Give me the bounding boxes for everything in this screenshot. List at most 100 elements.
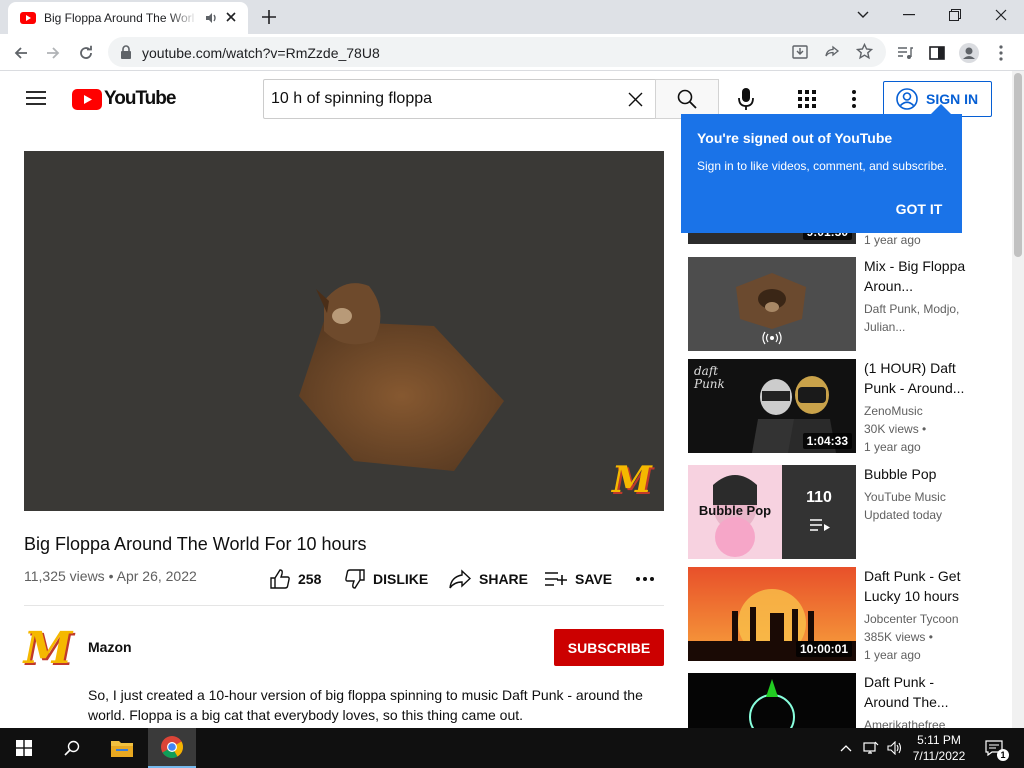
rec-channel: YouTube Music [864, 490, 946, 504]
settings-more-icon[interactable] [852, 90, 856, 108]
thumbs-up-icon [270, 569, 290, 589]
rec-title[interactable]: Mix - Big Floppa Aroun... [864, 256, 968, 296]
rec-title[interactable]: Bubble Pop [864, 464, 968, 484]
got-it-button[interactable]: GOT IT [887, 196, 951, 222]
rec-duration: 10:00:01 [795, 641, 852, 657]
new-tab-icon[interactable] [260, 8, 278, 26]
rec-channel-more: Julian... [864, 320, 906, 334]
minimize-window-icon[interactable] [886, 0, 932, 30]
rec-title[interactable]: Daft Punk - Get Lucky 10 hours [864, 566, 968, 606]
file-explorer-icon[interactable] [98, 728, 146, 768]
install-app-icon[interactable] [792, 44, 808, 60]
like-count: 258 [298, 571, 322, 587]
rec-meta: 1 year ago [864, 233, 921, 247]
search-input-value: 10 h of spinning floppa [271, 90, 433, 107]
browser-tab[interactable]: Big Floppa Around The World For 10 hours [8, 2, 248, 34]
rec-channel: Amerikathefree [864, 718, 946, 728]
meta-separator: • [108, 568, 114, 584]
playlist-icon [810, 519, 830, 531]
address-bar[interactable]: youtube.com/watch?v=RmZzde_78U8 [108, 37, 886, 67]
save-button[interactable]: SAVE [545, 567, 612, 591]
media-control-icon[interactable] [892, 40, 918, 66]
restore-window-icon[interactable] [932, 0, 978, 30]
scrollbar-thumb[interactable] [1014, 73, 1022, 257]
rec-age: 1 year ago [864, 440, 921, 454]
show-hidden-icons-icon[interactable] [836, 728, 856, 768]
hamburger-menu-icon[interactable] [26, 90, 46, 106]
tab-title-fade [168, 6, 198, 30]
profile-icon[interactable] [956, 40, 982, 66]
search-button[interactable] [655, 79, 719, 119]
rec-title[interactable]: (1 HOUR) Daft Punk - Around... [864, 358, 968, 398]
rec-thumbnail-2[interactable] [688, 257, 856, 351]
channel-name[interactable]: Mazon [88, 639, 132, 655]
search-icon [677, 89, 697, 109]
voice-search-icon[interactable] [738, 87, 754, 111]
back-icon[interactable] [8, 40, 34, 66]
browser-toolbar: youtube.com/watch?v=RmZzde_78U8 [0, 34, 1024, 71]
rec-title[interactable]: Daft Punk - Around The... [864, 672, 968, 712]
youtube-logo[interactable]: YouTube [72, 88, 176, 110]
start-windows-icon[interactable] [0, 728, 48, 768]
rec-thumb-image [688, 673, 856, 728]
share-button[interactable]: SHARE [449, 567, 528, 591]
thumbs-down-icon [345, 569, 365, 589]
rec-channel: ZenoMusic [864, 404, 923, 418]
reload-icon[interactable] [73, 40, 99, 66]
playlist-count: 110 [806, 489, 832, 506]
bookmark-star-icon[interactable] [856, 43, 873, 60]
view-count: 11,325 views [24, 568, 105, 584]
rec-thumbnail-3[interactable]: daft Punk 1:04:33 [688, 359, 856, 453]
search-input[interactable]: 10 h of spinning floppa [263, 79, 656, 119]
rec-age: 1 year ago [864, 648, 921, 662]
rec-thumbnail-5[interactable]: 10:00:01 [688, 567, 856, 661]
dislike-label: DISLIKE [373, 571, 429, 587]
share-page-icon[interactable] [824, 44, 840, 60]
subscribe-button[interactable]: SUBSCRIBE [554, 629, 664, 666]
account-icon [896, 88, 918, 110]
video-player[interactable]: M [24, 151, 664, 511]
share-label: SHARE [479, 571, 529, 587]
lock-icon[interactable] [120, 45, 132, 59]
rec-thumbnail-6[interactable] [688, 673, 856, 728]
tab-search-icon[interactable] [840, 0, 886, 30]
youtube-logo-icon [72, 88, 102, 110]
forward-icon[interactable] [40, 40, 66, 66]
video-description: So, I just created a 10-hour version of … [88, 687, 643, 723]
taskbar-clock[interactable]: 5:11 PM 7/11/2022 [904, 732, 974, 764]
more-actions-icon[interactable] [636, 567, 654, 591]
chrome-menu-icon[interactable] [988, 40, 1014, 66]
channel-watermark[interactable]: M [612, 459, 652, 501]
dislike-button[interactable]: DISLIKE [345, 567, 428, 591]
notification-center-icon[interactable]: 1 [980, 728, 1009, 768]
browser-tab-strip: Big Floppa Around The World For 10 hours [0, 0, 1024, 34]
channel-avatar[interactable]: M [24, 623, 73, 674]
taskbar-search-icon[interactable] [48, 728, 96, 768]
video-meta: 11,325 views • Apr 26, 2022 [24, 568, 197, 584]
rec-thumbnail-4[interactable]: Bubble Pop 110 [688, 465, 856, 559]
chrome-taskbar-icon[interactable] [148, 728, 196, 768]
share-arrow-icon [449, 569, 471, 589]
clear-search-icon[interactable] [628, 92, 643, 107]
url-text: youtube.com/watch?v=RmZzde_78U8 [142, 45, 380, 61]
info-divider [24, 605, 664, 606]
speaker-icon[interactable] [204, 11, 218, 25]
network-icon[interactable] [860, 728, 882, 768]
upload-date: Apr 26, 2022 [116, 568, 197, 584]
clock-time: 5:11 PM [917, 733, 961, 747]
page-scrollbar[interactable] [1012, 71, 1024, 728]
volume-icon[interactable] [884, 728, 906, 768]
popup-title: You're signed out of YouTube [697, 130, 893, 146]
mix-radio-icon [762, 331, 782, 345]
youtube-logo-text: YouTube [104, 88, 176, 109]
close-window-icon[interactable] [978, 0, 1024, 30]
popup-body: Sign in to like videos, comment, and sub… [697, 159, 948, 173]
save-label: SAVE [575, 571, 613, 587]
like-button[interactable]: 258 [270, 567, 321, 591]
video-frame-floppa [299, 283, 504, 471]
close-tab-icon[interactable] [224, 10, 238, 24]
clock-date: 7/11/2022 [912, 749, 966, 763]
apps-grid-icon[interactable] [798, 90, 816, 108]
youtube-favicon-icon [20, 12, 36, 24]
side-panel-icon[interactable] [924, 40, 950, 66]
